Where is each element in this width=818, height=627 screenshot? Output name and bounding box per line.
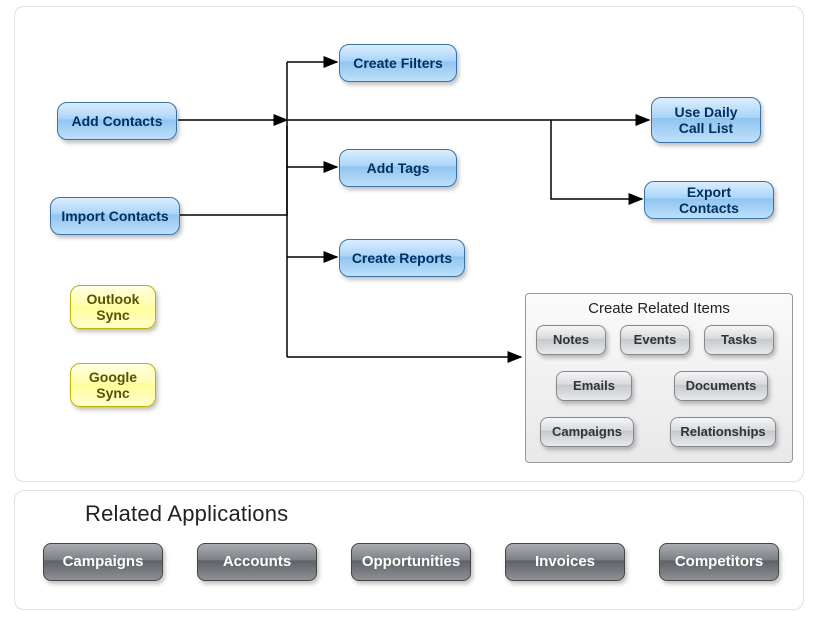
node-label: Add Contacts (72, 113, 163, 129)
node-label: Opportunities (362, 553, 460, 570)
node-label: Outlook Sync (87, 291, 140, 323)
related-items-group: Create Related Items Notes Events Tasks … (525, 293, 793, 463)
node-label: Competitors (675, 553, 763, 570)
node-label: Add Tags (367, 160, 430, 176)
related-item-campaigns[interactable]: Campaigns (540, 417, 634, 447)
node-label: Invoices (535, 553, 595, 570)
node-create-reports[interactable]: Create Reports (339, 239, 465, 277)
node-export-contacts[interactable]: Export Contacts (644, 181, 774, 219)
related-applications-title: Related Applications (85, 501, 288, 527)
node-create-filters[interactable]: Create Filters (339, 44, 457, 82)
node-label: Accounts (223, 553, 291, 570)
node-add-tags[interactable]: Add Tags (339, 149, 457, 187)
node-label: Use Daily Call List (674, 104, 737, 136)
related-applications-panel: Related Applications Campaigns Accounts … (14, 490, 804, 610)
node-label: Emails (573, 379, 615, 394)
related-item-relationships[interactable]: Relationships (670, 417, 776, 447)
app-accounts[interactable]: Accounts (197, 543, 317, 581)
node-label: Campaigns (552, 425, 622, 440)
node-add-contacts[interactable]: Add Contacts (57, 102, 177, 140)
node-label: Relationships (680, 425, 765, 440)
node-label: Import Contacts (61, 208, 168, 224)
node-label: Documents (686, 379, 757, 394)
related-items-title: Create Related Items (526, 294, 792, 321)
app-competitors[interactable]: Competitors (659, 543, 779, 581)
app-opportunities[interactable]: Opportunities (351, 543, 471, 581)
workflow-diagram-panel: Add Contacts Import Contacts Outlook Syn… (14, 6, 804, 482)
related-item-documents[interactable]: Documents (674, 371, 768, 401)
node-import-contacts[interactable]: Import Contacts (50, 197, 180, 235)
related-item-emails[interactable]: Emails (556, 371, 632, 401)
node-label: Google Sync (89, 369, 137, 401)
related-item-events[interactable]: Events (620, 325, 690, 355)
node-label: Create Reports (352, 250, 452, 266)
node-label: Events (634, 333, 677, 348)
app-campaigns[interactable]: Campaigns (43, 543, 163, 581)
app-invoices[interactable]: Invoices (505, 543, 625, 581)
node-label: Create Filters (353, 55, 442, 71)
node-label: Campaigns (63, 553, 144, 570)
node-use-daily-call-list[interactable]: Use Daily Call List (651, 97, 761, 143)
node-label: Tasks (721, 333, 757, 348)
node-google-sync[interactable]: Google Sync (70, 363, 156, 407)
node-label: Notes (553, 333, 589, 348)
node-label: Export Contacts (655, 184, 763, 216)
related-item-tasks[interactable]: Tasks (704, 325, 774, 355)
related-item-notes[interactable]: Notes (536, 325, 606, 355)
node-outlook-sync[interactable]: Outlook Sync (70, 285, 156, 329)
